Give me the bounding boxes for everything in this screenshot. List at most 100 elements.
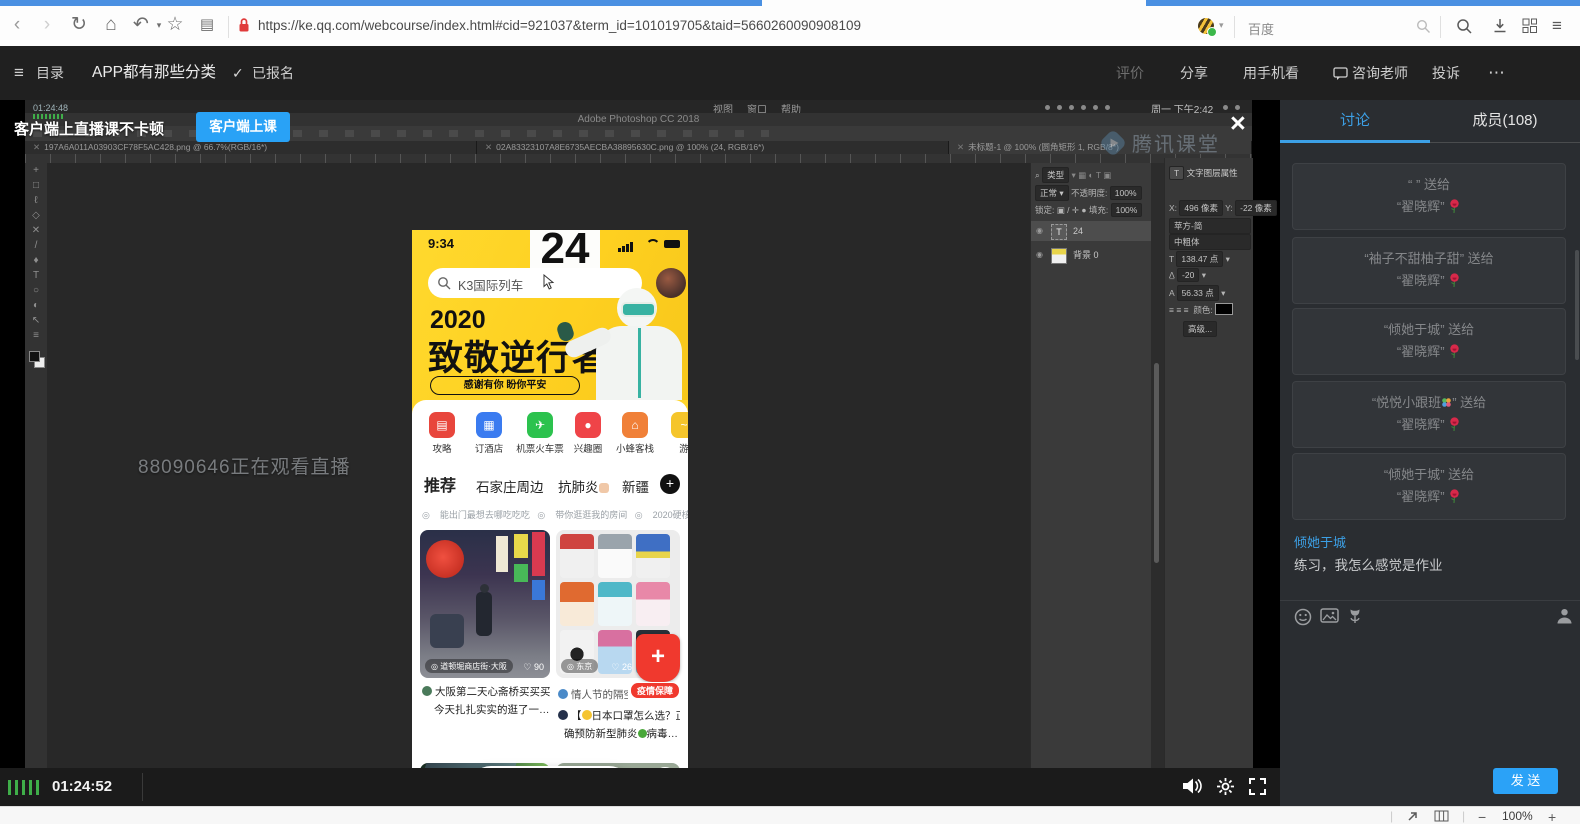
- toolbar-divider: [1234, 16, 1235, 38]
- ps-properties-panel: T 文字图层属性 X: 496 像素 Y: -22 像素 苹方-简 中粗体 T …: [1164, 158, 1253, 768]
- volume-level-bars: [8, 780, 39, 795]
- watch-on-phone-button[interactable]: 用手机看: [1243, 46, 1299, 100]
- font-style-field: 中粗体: [1169, 234, 1251, 250]
- screen: ‹ › ↻ ⌂ ↶ ▾ ☆ ▤ https://ke.qq.com/webcou…: [0, 0, 1580, 824]
- poster-avatar: [558, 689, 568, 699]
- tab-discussion[interactable]: 讨论: [1280, 100, 1430, 142]
- open-client-button[interactable]: 客户端上课: [196, 112, 290, 142]
- video-player-surface[interactable]: 视图 窗口 帮助 周一 下午2:42 Adobe Photoshop CC 20…: [0, 100, 1280, 768]
- search-icon[interactable]: [1416, 19, 1431, 34]
- find-in-page-icon[interactable]: [1456, 18, 1473, 35]
- ps-document-tabs: ✕197A6A011A03903CF78F5AC428.png @ 66.7%(…: [25, 141, 1252, 154]
- teacher-only-icon[interactable]: [1556, 608, 1573, 629]
- like-count: ♡ 90: [523, 662, 544, 673]
- advanced-button: 高级...: [1183, 321, 1217, 337]
- layout-grid-icon[interactable]: [1434, 810, 1449, 822]
- zoom-out-icon[interactable]: −: [1478, 809, 1486, 824]
- feed-tab-antivirus: 抗肺炎: [558, 476, 609, 496]
- gift-flower-icon[interactable]: [1348, 608, 1362, 630]
- font-family-field: 苹方-简: [1169, 218, 1251, 234]
- download-icon[interactable]: [1492, 18, 1508, 34]
- zoom-in-icon[interactable]: +: [1548, 809, 1556, 824]
- mask-product: [598, 582, 632, 626]
- statusbar-divider: |: [1390, 809, 1393, 823]
- course-title: APP都有那些分类: [92, 46, 216, 100]
- category-travel: ~ 游: [660, 412, 688, 455]
- feed-caption: 确预防新型肺炎病毒…: [564, 726, 682, 741]
- mask-product: [636, 582, 670, 626]
- control-divider: [142, 773, 143, 801]
- player-control-bar: 01:24:52: [0, 768, 1280, 806]
- rose-icon: [1448, 344, 1461, 359]
- favorite-star-icon[interactable]: ☆: [162, 10, 188, 40]
- chat-username[interactable]: 倾她于城: [1294, 532, 1346, 551]
- reading-list-icon[interactable]: ▤: [194, 10, 220, 40]
- gift-message: “悦悦小跟班” 送给 “翟晓辉”: [1292, 381, 1566, 448]
- share-button[interactable]: 分享: [1180, 46, 1208, 100]
- back-icon[interactable]: ‹: [4, 10, 30, 40]
- category-inn: ⌂ 小蜂客栈: [611, 412, 659, 455]
- home-icon[interactable]: ⌂: [98, 10, 124, 40]
- tab-divider: [1430, 142, 1580, 143]
- chat-input[interactable]: [1280, 630, 1580, 760]
- search-suggestions: ◎能出门最想去哪吃吃吃 ◎带你逛逛我的房间 ◎2020硬核: [422, 508, 688, 521]
- refresh-icon[interactable]: ↻: [66, 10, 92, 40]
- crowd: [430, 614, 464, 648]
- font-size-field: 138.47 点: [1176, 251, 1223, 267]
- status-time: 9:34: [428, 236, 454, 251]
- hotel-icon: ▦: [476, 412, 502, 438]
- tencent-classroom-logo-icon: [1100, 130, 1126, 156]
- hazmat-zipper: [638, 328, 641, 398]
- fullscreen-icon[interactable]: [1248, 777, 1267, 796]
- category-guide: ▤ 攻略: [418, 412, 466, 455]
- speaker-icon[interactable]: [1182, 777, 1204, 795]
- brand-watermark: 腾讯课堂: [1100, 128, 1220, 157]
- leading-field: 56.33 点: [1177, 285, 1219, 301]
- pedestrian: [476, 592, 492, 636]
- search-engine-field[interactable]: 百度: [1248, 19, 1274, 38]
- more-button[interactable]: ⋯: [1488, 46, 1505, 100]
- browser-menu-icon[interactable]: ≡: [1552, 16, 1562, 36]
- https-lock-icon: [238, 17, 250, 33]
- chat-bubble-icon[interactable]: [1333, 67, 1348, 81]
- feed-caption: 大阪第二天心斋桥买买买: [422, 684, 552, 699]
- apps-grid-icon[interactable]: [1522, 18, 1538, 34]
- send-button[interactable]: 发 送: [1493, 768, 1558, 794]
- settings-gear-icon[interactable]: [1216, 777, 1235, 796]
- enrolled-check-icon: ✓: [232, 46, 244, 100]
- zoom-level[interactable]: 100%: [1502, 809, 1533, 823]
- ps-scrollbar: [1154, 363, 1159, 563]
- epidemic-shield-badge: +: [636, 634, 680, 682]
- url-bar[interactable]: https://ke.qq.com/webcourse/index.html#c…: [258, 18, 861, 33]
- catalog-menu-icon[interactable]: ≡: [14, 46, 24, 100]
- feed-photo-osaka: ◎ 道顿堀商店街·大阪 ♡ 90: [420, 530, 550, 678]
- mask-product: [560, 534, 594, 578]
- search-icon: [437, 276, 451, 290]
- rose-icon: [1448, 417, 1461, 432]
- close-banner-icon[interactable]: ×: [1230, 108, 1246, 138]
- feed-tab-recommend: 推荐: [424, 472, 456, 496]
- complain-button[interactable]: 投诉: [1432, 46, 1460, 100]
- mask-product: [636, 534, 670, 578]
- neon-sign: [532, 580, 545, 600]
- category-tickets: ✈ 机票火车票: [512, 412, 568, 455]
- catalog-label[interactable]: 目录: [36, 46, 64, 100]
- neon-sign: [496, 536, 508, 572]
- image-upload-icon[interactable]: [1320, 608, 1339, 629]
- like-count: ♡ 26: [611, 662, 632, 673]
- browser-extension-bee-icon[interactable]: [1198, 18, 1214, 34]
- forward-icon[interactable]: ›: [34, 10, 60, 40]
- extension-caret-icon[interactable]: ▾: [1219, 20, 1224, 31]
- gift-message: “倾她于城” 送给 “翟晓辉”: [1292, 453, 1566, 520]
- chat-scrollbar[interactable]: [1575, 250, 1579, 360]
- poster-avatar: [422, 686, 432, 696]
- photoshop-window: Adobe Photoshop CC 2018 ✕197A6A011A03903…: [25, 113, 1252, 768]
- ps-layers-panel: ⌕ 类型 ▾ ▦ ◐ T ▣ 正常 ▾ 不透明度: 100% 锁定: ▣ / ✛…: [1030, 163, 1152, 768]
- consult-teacher-button[interactable]: 咨询老师: [1352, 46, 1408, 100]
- tab-members[interactable]: 成员(108): [1430, 100, 1580, 142]
- emoji-icon[interactable]: [1294, 608, 1312, 631]
- rate-button[interactable]: 评价: [1116, 46, 1144, 100]
- feed-caption: 【日本口罩怎么选？正: [558, 708, 680, 723]
- guide-icon: ▤: [429, 412, 455, 438]
- open-external-icon[interactable]: [1406, 810, 1419, 823]
